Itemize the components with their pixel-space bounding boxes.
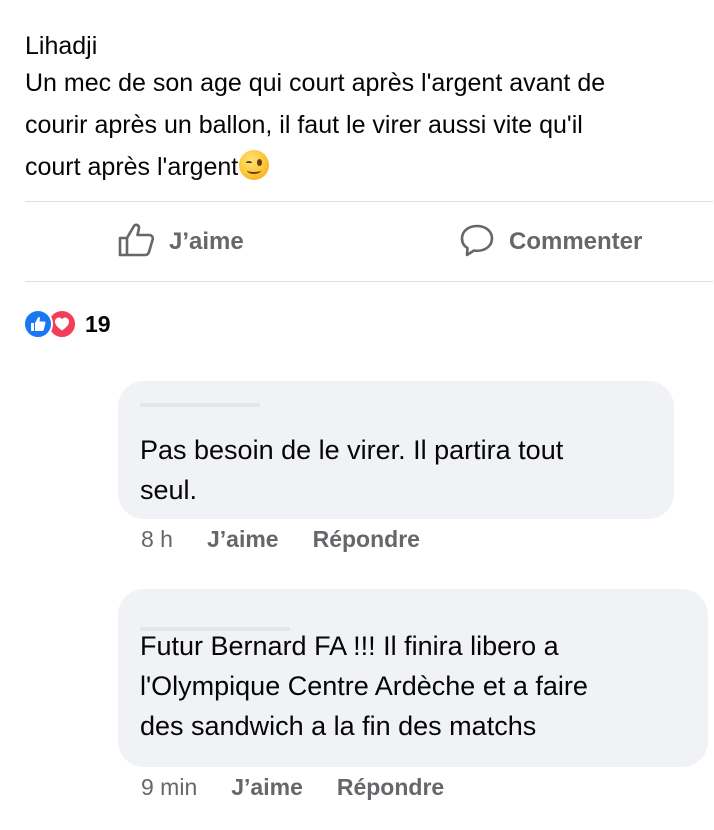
post-text-line: courir après un ballon, il faut le virer… [25,111,583,139]
comment-like-button[interactable]: J’aime [207,526,279,553]
comment-icon [459,222,495,263]
comment-meta: 9 min J’aime Répondre [141,774,444,801]
comment-text-line: Futur Bernard FA !!! Il finira libero a [140,631,559,661]
divider [25,201,713,202]
comment-text: Pas besoin de le virer. Il partira tout … [140,430,660,510]
comment-text-line: seul. [140,475,198,505]
comment-text-line: des sandwich a la fin des matchs [140,711,537,741]
like-reaction-icon [23,309,53,339]
thumbs-up-icon [117,222,155,263]
post-text-line: Un mec de son age qui court après l'arge… [25,69,606,97]
comment-bubble: Futur Bernard FA !!! Il finira libero a … [118,589,708,767]
like-button[interactable]: J’aime [117,203,244,281]
comment-text: Futur Bernard FA !!! Il finira libero a … [140,626,700,746]
reaction-summary[interactable]: 19 [23,309,111,339]
post-author[interactable]: Lihadji [25,30,705,62]
comment-text-line: l'Olympique Centre Ardèche et a faire [140,671,588,701]
winking-face-icon [239,150,270,180]
post-actions: J’aime Commenter [25,203,713,281]
divider [25,281,713,282]
comment-button-label: Commenter [509,228,643,255]
comment-reply-button[interactable]: Répondre [337,774,444,801]
comment-bubble: Pas besoin de le virer. Il partira tout … [118,381,674,519]
comment-text-line: Pas besoin de le virer. Il partira tout [140,435,564,465]
comment-meta: 8 h J’aime Répondre [141,526,420,553]
comment-timestamp[interactable]: 8 h [141,526,173,553]
post-text-line: court après l'argent [25,146,705,188]
post-text: Un mec de son age qui court après l'arge… [25,62,705,188]
comment-reply-button[interactable]: Répondre [313,526,420,553]
comment-button[interactable]: Commenter [459,203,642,281]
comment-like-button[interactable]: J’aime [231,774,303,801]
post: Lihadji Un mec de son age qui court aprè… [25,30,705,188]
reaction-count: 19 [85,310,111,337]
like-button-label: J’aime [169,228,244,255]
comment-timestamp[interactable]: 9 min [141,774,197,801]
post-text-line-content: court après l'argent [25,153,239,181]
commenter-name-redacted [140,403,260,407]
